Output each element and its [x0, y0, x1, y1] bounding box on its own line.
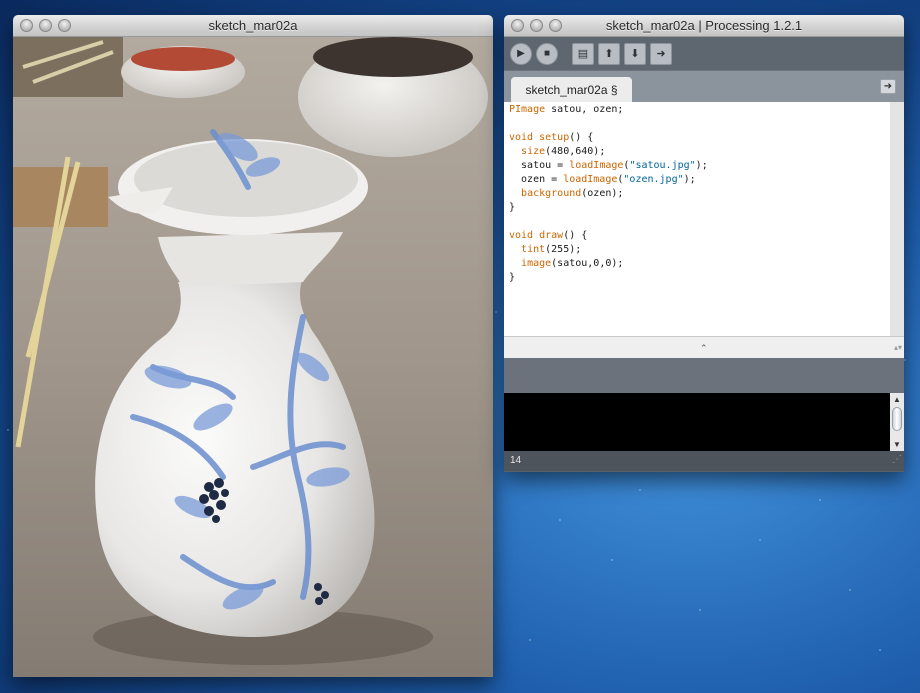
upload-arrow-icon: ⬆ [604, 48, 614, 60]
code-line: } [509, 202, 516, 213]
open-button[interactable]: ⬆ [598, 42, 620, 65]
sketch-window-title: sketch_mar02a [208, 18, 298, 33]
ide-titlebar[interactable]: sketch_mar02a | Processing 1.2.1 [504, 15, 904, 37]
code-editor[interactable]: PImage satou, ozen; void setup() { size(… [504, 102, 904, 336]
tab-sketch[interactable]: sketch_mar02a § [511, 77, 632, 103]
status-bar: 14 ⋰ [504, 451, 904, 471]
code-line: tint(255); [521, 244, 582, 255]
console-area[interactable]: ▲ ▼ [504, 393, 904, 451]
stop-icon: ■ [543, 48, 551, 59]
minimize-button[interactable] [530, 19, 543, 32]
ide-toolbar: ▶ ■ ▤ ⬆ ⬇ ➜ [504, 37, 904, 70]
code-text[interactable]: PImage satou, ozen; void setup() { size(… [504, 102, 890, 285]
download-arrow-icon: ⬇ [630, 48, 640, 60]
scrollbar-thumb[interactable] [892, 407, 902, 431]
scroll-down-icon[interactable]: ▼ [893, 440, 901, 449]
sake-flask-photo [13, 37, 493, 677]
export-arrow-icon: ➜ [656, 48, 666, 60]
stop-button[interactable]: ■ [536, 42, 558, 65]
line-number: 14 [510, 455, 522, 466]
sketch-window: sketch_mar02a [13, 15, 493, 677]
code-line: size(480,640); [521, 146, 606, 157]
zoom-button[interactable] [549, 19, 562, 32]
minimize-button[interactable] [39, 19, 52, 32]
window-controls [511, 19, 562, 32]
ide-window-title: sketch_mar02a | Processing 1.2.1 [605, 18, 803, 33]
scroll-up-icon[interactable]: ▲ [893, 395, 901, 404]
document-icon: ▤ [577, 48, 589, 60]
tab-bar: sketch_mar02a § ➜ [504, 70, 904, 103]
arrow-right-icon: ➜ [883, 81, 893, 92]
window-controls [20, 19, 71, 32]
code-line: void setup() { [509, 132, 594, 143]
close-button[interactable] [20, 19, 33, 32]
scroll-arrows-icon: ▴▾ [893, 343, 902, 352]
play-icon: ▶ [517, 48, 525, 59]
processing-ide-window: sketch_mar02a | Processing 1.2.1 ▶ ■ ▤ ⬆… [504, 15, 904, 472]
new-button[interactable]: ▤ [572, 42, 594, 65]
message-area [504, 358, 904, 393]
export-button[interactable]: ➜ [650, 42, 672, 65]
close-button[interactable] [511, 19, 524, 32]
code-line: image(satou,0,0); [521, 258, 624, 269]
tab-menu-button[interactable]: ➜ [880, 79, 896, 94]
code-line: satou = loadImage("satou.jpg"); [509, 160, 708, 171]
sketch-titlebar[interactable]: sketch_mar02a [13, 15, 493, 37]
code-line: void draw() { [509, 230, 588, 241]
code-line: ozen = loadImage("ozen.jpg"); [509, 174, 696, 185]
zoom-button[interactable] [58, 19, 71, 32]
console-scrollbar[interactable]: ▲ ▼ [890, 393, 904, 451]
sketch-canvas[interactable] [13, 37, 493, 677]
code-line: PImage satou, ozen; [509, 104, 624, 115]
resize-grip-icon[interactable]: ⋰ [892, 450, 902, 470]
code-line: } [509, 272, 516, 283]
editor-splitter[interactable]: ⌃ ▴▾ [504, 336, 904, 358]
code-line: background(ozen); [521, 188, 624, 199]
splitter-grip-icon: ⌃ [700, 343, 708, 353]
save-button[interactable]: ⬇ [624, 42, 646, 65]
run-button[interactable]: ▶ [510, 42, 532, 65]
